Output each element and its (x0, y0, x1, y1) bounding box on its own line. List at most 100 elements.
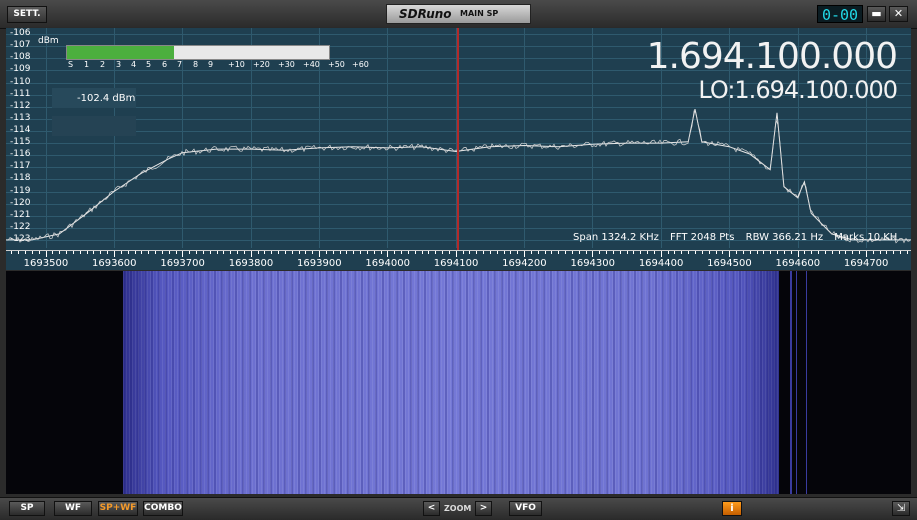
axis-tick (257, 251, 259, 254)
axis-tick (442, 251, 444, 254)
axis-tick (264, 251, 266, 254)
meter-scale-label: +60 (352, 60, 369, 69)
axis-tick (319, 251, 321, 257)
axis-tick (284, 251, 286, 254)
axis-tick (763, 251, 765, 254)
zoom-label: ZOOM (444, 504, 472, 513)
axis-tick (11, 251, 13, 254)
meter-scale-label: +50 (328, 60, 345, 69)
combo-button[interactable]: COMBO (143, 501, 183, 516)
axis-tick (38, 251, 40, 254)
axis-tick (585, 251, 587, 254)
meter-scale-label: 9 (208, 60, 214, 69)
vfo-button[interactable]: VFO (509, 501, 542, 516)
axis-tick (708, 251, 710, 254)
tuning-marker[interactable] (457, 28, 459, 256)
axis-tick (421, 251, 423, 254)
axis-tick (777, 251, 779, 254)
span-readout: Span 1324.2 KHz (573, 232, 659, 243)
axis-tick (852, 251, 854, 254)
axis-tick (134, 251, 136, 254)
axis-tick (93, 251, 95, 254)
axis-tick (681, 251, 683, 254)
meter-scale-label: +10 (228, 60, 245, 69)
axis-tick (59, 251, 61, 254)
waterfall-spike (790, 271, 792, 494)
axis-tick (339, 251, 341, 254)
axis-tick (688, 251, 690, 254)
axis-tick (701, 251, 703, 254)
x-tick-label: 1694700 (843, 258, 889, 269)
axis-tick (626, 251, 628, 254)
axis-tick (45, 251, 47, 257)
axis-tick (66, 251, 68, 254)
axis-tick (100, 251, 102, 254)
axis-tick (394, 251, 396, 254)
axis-tick (127, 251, 129, 254)
settings-button[interactable]: SETT. (7, 6, 47, 23)
axis-tick (161, 251, 163, 254)
axis-tick (859, 251, 861, 254)
bottom-toolbar: SP WF SP+WF COMBO < ZOOM > VFO i ⇲ (0, 497, 917, 520)
axis-tick (640, 251, 642, 254)
axis-tick (380, 251, 382, 254)
axis-tick (695, 251, 696, 254)
axis-tick (455, 251, 457, 257)
axis-tick (606, 251, 608, 254)
axis-tick (565, 251, 567, 254)
close-button[interactable]: ✕ (889, 6, 908, 22)
axis-tick (667, 251, 669, 254)
mode-label: MAIN SP (460, 9, 499, 18)
axis-tick (230, 251, 232, 254)
axis-tick (736, 251, 737, 254)
meter-scale-label: 2 (100, 60, 106, 69)
axis-tick (387, 251, 389, 257)
close-icon: ✕ (893, 7, 904, 20)
axis-tick (148, 251, 150, 254)
spectrum-panel[interactable]: -106 -107 -108 -109 -110 -111 -112 -113 -114 -115… (6, 28, 911, 270)
axis-tick (831, 251, 833, 254)
info-button[interactable]: i (722, 501, 742, 516)
waterfall-signal-band (123, 271, 779, 494)
waterfall-spike (796, 271, 797, 494)
channel-display[interactable]: 0-00 (817, 5, 863, 24)
axis-tick (715, 251, 717, 254)
axis-tick (243, 251, 245, 254)
zoom-in-button[interactable]: > (475, 501, 492, 516)
axis-tick (893, 251, 895, 254)
waterfall-panel[interactable] (6, 271, 911, 494)
axis-tick (353, 251, 355, 254)
axis-tick (790, 251, 792, 254)
axis-tick (428, 251, 430, 254)
axis-tick (886, 251, 888, 254)
axis-tick (196, 251, 198, 254)
x-tick-label: 1694600 (775, 258, 821, 269)
axis-tick (175, 251, 177, 254)
fft-readout: FFT 2048 Pts (670, 232, 735, 243)
wf-button[interactable]: WF (54, 501, 92, 516)
sp-button[interactable]: SP (9, 501, 45, 516)
resize-handle[interactable]: ⇲ (892, 501, 910, 516)
axis-tick (407, 251, 409, 254)
signal-meter (66, 45, 330, 60)
meter-scale-label: +40 (303, 60, 320, 69)
minimize-button[interactable]: ▬ (867, 6, 886, 22)
axis-tick (537, 251, 539, 254)
zoom-out-button[interactable]: < (423, 501, 440, 516)
axis-tick (742, 251, 744, 254)
axis-tick (845, 251, 847, 254)
axis-tick (448, 251, 450, 254)
waterfall-spike (806, 271, 807, 494)
vfo-frequency[interactable]: 1.694.100.000 (647, 36, 898, 77)
x-tick-label: 1694200 (502, 258, 547, 269)
frequency-axis[interactable]: 1693500 1693600 1693700 1693800 1693900 16940… (6, 250, 911, 270)
axis-tick (476, 251, 478, 254)
axis-tick (496, 251, 498, 254)
marks-readout: Marks 10 KH (834, 232, 898, 243)
lo-frequency[interactable]: LO:1.694.100.000 (698, 76, 898, 104)
axis-tick (865, 251, 867, 257)
axis-tick (872, 251, 874, 254)
axis-tick (278, 251, 280, 254)
axis-tick (52, 251, 54, 254)
spwf-button[interactable]: SP+WF (98, 501, 138, 516)
